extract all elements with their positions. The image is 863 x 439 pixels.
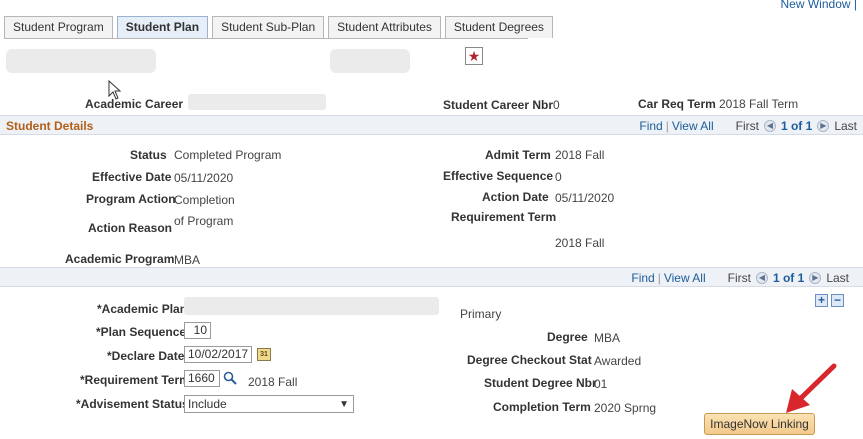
action-reason-label: Action Reason <box>88 221 173 235</box>
student-degree-nbr-value: 01 <box>594 377 608 391</box>
requirement-term-label: *Requirement Term <box>80 373 190 387</box>
chevron-down-icon: ▼ <box>339 399 349 410</box>
redacted-academic-career <box>188 94 326 110</box>
car-req-term-value: 2018 Fall Term <box>719 97 799 111</box>
next-arrow-icon[interactable]: ▶ <box>817 120 830 132</box>
tab-student-sub-plan[interactable]: Student Sub-Plan <box>212 16 325 38</box>
student-details-header: Student Details Find | View All First ◀ … <box>0 115 863 135</box>
tab-divider <box>4 38 528 39</box>
declare-date-label: *Declare Date <box>107 349 185 363</box>
redacted-student-name <box>6 49 156 73</box>
next-arrow-icon[interactable]: ▶ <box>809 272 822 284</box>
effective-sequence-value: 0 <box>555 170 562 184</box>
effective-date-value: 05/11/2020 <box>174 171 234 185</box>
requirement-term-input[interactable]: 1660 <box>184 370 220 387</box>
red-arrow-icon <box>786 363 837 413</box>
degree-checkout-stat-label: Degree Checkout Stat <box>467 353 592 367</box>
tab-student-degrees[interactable]: Student Degrees <box>444 16 553 38</box>
delete-row-icon[interactable]: − <box>831 294 844 307</box>
degree-label: Degree <box>547 330 588 344</box>
career-nbr-label: Student Career Nbr <box>443 98 554 112</box>
previous-arrow-icon[interactable]: ◀ <box>755 272 768 284</box>
row-count: 1 of 1 <box>780 119 813 133</box>
view-all-link[interactable]: View All <box>664 271 706 285</box>
academic-program-label: Academic Program <box>65 252 175 266</box>
tab-student-plan[interactable]: Student Plan <box>116 16 209 38</box>
plan-sequence-input[interactable]: 10 <box>184 322 211 339</box>
find-link[interactable]: Find <box>631 271 654 285</box>
calendar-icon[interactable]: 31 <box>257 348 271 361</box>
effective-sequence-label: Effective Sequence <box>443 169 554 183</box>
star-icon[interactable]: ★ <box>465 47 483 65</box>
program-action-label: Program Action <box>86 192 176 206</box>
redacted-student-id <box>330 49 410 73</box>
action-reason-value: of Program <box>174 214 234 228</box>
advisement-status-label: *Advisement Status <box>76 397 189 411</box>
last-label[interactable]: Last <box>834 119 857 133</box>
imagenow-linking-button[interactable]: ImageNow Linking <box>704 413 815 435</box>
advisement-status-value: Include <box>188 397 227 411</box>
program-action-value: Completion <box>174 193 235 207</box>
tab-student-program[interactable]: Student Program <box>4 16 113 38</box>
requirement-term-description: 2018 Fall <box>248 375 298 389</box>
status-value: Completed Program <box>174 148 282 162</box>
last-label[interactable]: Last <box>826 271 849 285</box>
completion-term-value: 2020 Sprng <box>594 401 657 415</box>
tab-student-attributes[interactable]: Student Attributes <box>328 16 441 38</box>
academic-career-label: Academic Career <box>85 97 184 111</box>
magnifier-icon[interactable] <box>223 371 237 385</box>
tab-bar: Student Program Student Plan Student Sub… <box>4 16 557 38</box>
section-title: Student Details <box>6 119 94 133</box>
degree-checkout-stat-value: Awarded <box>594 354 642 368</box>
academic-program-value: MBA <box>174 253 201 267</box>
action-date-value: 05/11/2020 <box>555 191 615 205</box>
academic-plan-label: *Academic Plan <box>97 302 188 316</box>
action-date-label: Action Date <box>482 190 549 204</box>
completion-term-label: Completion Term <box>493 400 591 414</box>
effective-date-label: Effective Date <box>92 170 172 184</box>
row-count: 1 of 1 <box>772 271 805 285</box>
admit-term-value: 2018 Fall <box>555 148 605 162</box>
view-all-link[interactable]: View All <box>672 119 714 133</box>
add-row-icon[interactable]: + <box>815 294 828 307</box>
plan-sequence-label: *Plan Sequence <box>96 325 187 339</box>
requirement-term-label: Requirement Term <box>451 210 557 224</box>
requirement-term-value: 2018 Fall <box>555 236 605 250</box>
declare-date-input[interactable]: 10/02/2017 <box>184 346 252 363</box>
student-degree-nbr-label: Student Degree Nbr <box>484 376 597 390</box>
first-label[interactable]: First <box>736 119 759 133</box>
primary-label: Primary <box>460 307 502 321</box>
new-window-link[interactable]: New Window | <box>781 0 857 11</box>
plan-grid-nav: Find | View All First ◀ 1 of 1 ▶ Last <box>631 271 849 285</box>
grid-nav: Find | View All First ◀ 1 of 1 ▶ Last <box>639 119 857 133</box>
first-label[interactable]: First <box>728 271 751 285</box>
car-req-term-label: Car Req Term <box>638 97 716 111</box>
degree-value: MBA <box>594 331 621 345</box>
advisement-status-select[interactable]: Include ▼ <box>184 395 354 413</box>
admit-term-label: Admit Term <box>485 148 551 162</box>
redacted-academic-plan <box>184 297 439 315</box>
plan-grid-header: Find | View All First ◀ 1 of 1 ▶ Last <box>0 267 863 287</box>
career-nbr-value: 0 <box>553 98 560 112</box>
find-link[interactable]: Find <box>639 119 662 133</box>
status-label: Status <box>130 148 167 162</box>
previous-arrow-icon[interactable]: ◀ <box>763 120 776 132</box>
